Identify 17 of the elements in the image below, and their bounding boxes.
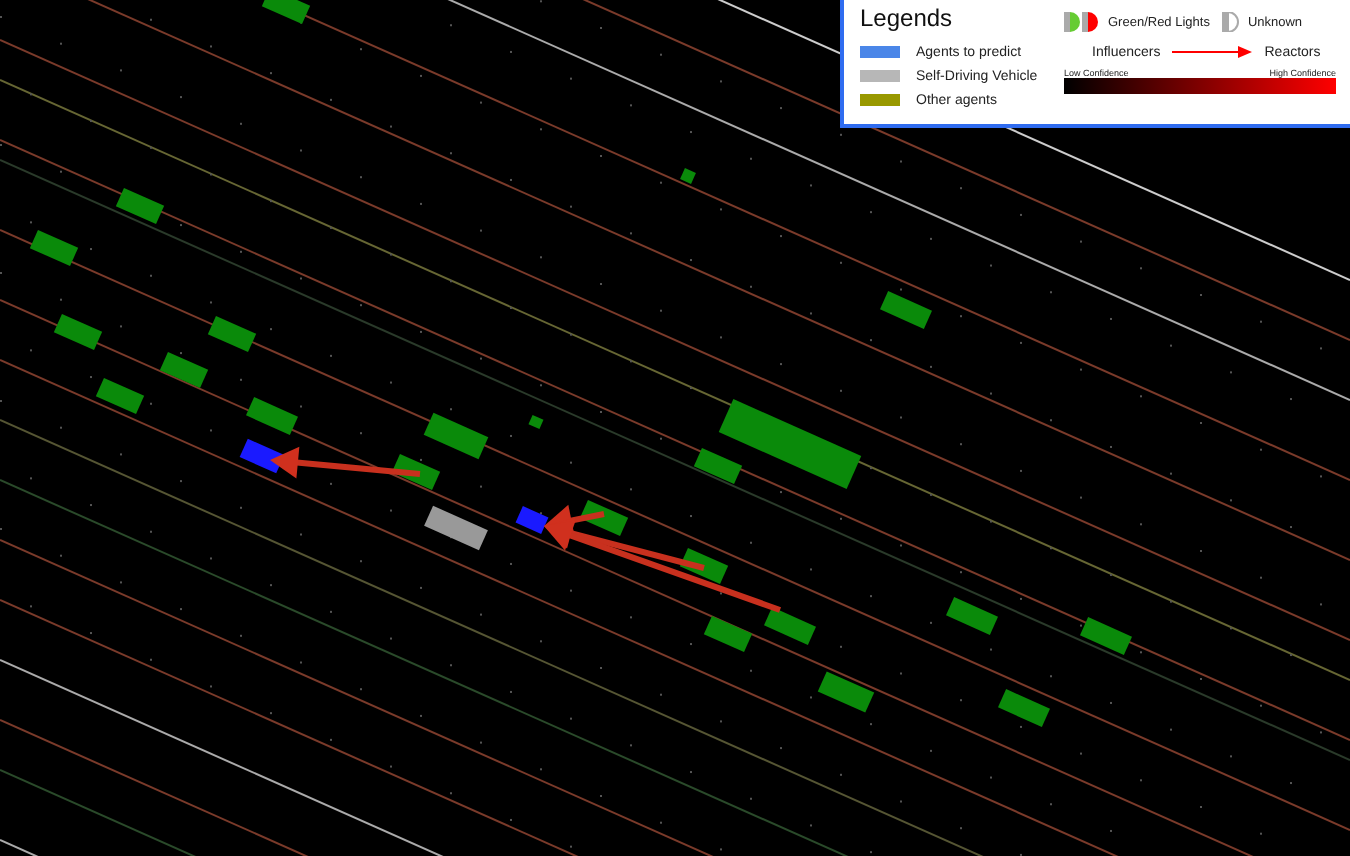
legend-title: Legends (860, 4, 955, 32)
vehicle-shape (946, 597, 998, 635)
vehicle-shape (764, 607, 816, 645)
vehicle-shape (528, 415, 544, 429)
vehicle-shape (680, 168, 696, 184)
vehicle-shape (424, 505, 488, 551)
vehicle-shape (579, 499, 629, 537)
traffic-light-icon (1064, 12, 1100, 32)
vehicle-shape (515, 506, 549, 534)
traffic-light-icon (1221, 12, 1240, 32)
vehicle-shape (880, 291, 932, 329)
vehicle-shape (817, 671, 875, 713)
vehicle-shape (246, 397, 298, 435)
vehicle-shape (998, 689, 1050, 727)
vehicle-shape (1080, 617, 1132, 655)
vehicle-shape (679, 547, 729, 585)
arrow-icon (1172, 46, 1253, 58)
